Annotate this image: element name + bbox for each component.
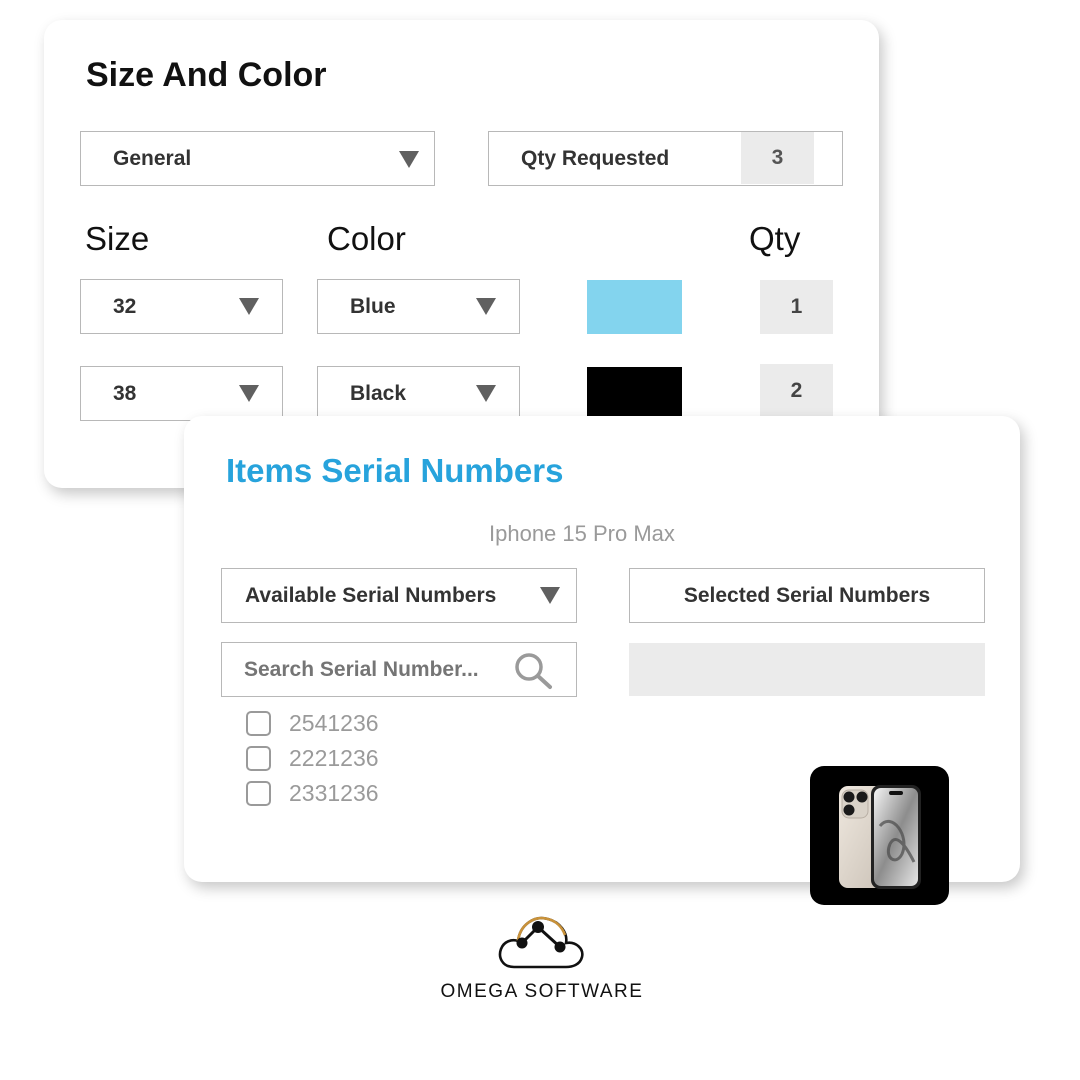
selected-serial-label: Selected Serial Numbers (683, 583, 931, 607)
serial-number-label: 2221236 (289, 745, 379, 771)
qty-requested-field: Qty Requested 3 (488, 131, 843, 186)
color-column-header: Color (327, 220, 406, 257)
color-select[interactable]: Blue (317, 279, 520, 334)
serial-item[interactable]: 2541236 (246, 710, 379, 737)
cloud-logo-icon (498, 916, 584, 969)
search-icon[interactable] (512, 651, 558, 691)
serial-numbers-title: Items Serial Numbers (226, 452, 564, 489)
checkbox-icon[interactable] (246, 781, 271, 806)
chevron-down-icon (239, 298, 259, 315)
qty-requested-label: Qty Requested (521, 146, 670, 170)
color-select-value: Black (350, 381, 407, 405)
product-name: Iphone 15 Pro Max (489, 521, 675, 546)
brand-name: OMEGA SOFTWARE (440, 981, 644, 1002)
size-select[interactable]: 32 (80, 279, 283, 334)
phone-image (839, 785, 921, 889)
size-select-value: 32 (113, 294, 137, 318)
checkbox-icon[interactable] (246, 746, 271, 771)
color-select-value: Blue (350, 294, 396, 318)
size-select[interactable]: 38 (80, 366, 283, 421)
chevron-down-icon (540, 587, 560, 604)
category-select-value: General (113, 146, 192, 170)
size-and-color-title: Size And Color (86, 56, 327, 94)
serial-item[interactable]: 2221236 (246, 745, 379, 772)
selected-serial-list (629, 643, 985, 696)
selected-serial-button[interactable]: Selected Serial Numbers (629, 568, 985, 623)
qty-cell: 2 (760, 364, 833, 418)
color-swatch (587, 367, 682, 421)
qty-cell: 1 (760, 280, 833, 334)
color-select[interactable]: Black (317, 366, 520, 421)
serial-number-label: 2541236 (289, 710, 379, 736)
size-column-header: Size (85, 220, 150, 257)
search-input[interactable] (242, 643, 511, 697)
available-serial-select-value: Available Serial Numbers (245, 583, 497, 607)
chevron-down-icon (399, 151, 419, 168)
color-swatch (587, 280, 682, 334)
category-select[interactable]: General (80, 131, 435, 186)
search-field[interactable] (221, 642, 577, 697)
size-select-value: 38 (113, 381, 137, 405)
serial-number-label: 2331236 (289, 780, 379, 806)
product-thumbnail (810, 766, 949, 905)
chevron-down-icon (476, 385, 496, 402)
qty-requested-value: 3 (741, 132, 814, 184)
qty-column-header: Qty (749, 220, 801, 257)
chevron-down-icon (476, 298, 496, 315)
chevron-down-icon (239, 385, 259, 402)
serial-item[interactable]: 2331236 (246, 780, 379, 807)
available-serial-select[interactable]: Available Serial Numbers (221, 568, 577, 623)
checkbox-icon[interactable] (246, 711, 271, 736)
